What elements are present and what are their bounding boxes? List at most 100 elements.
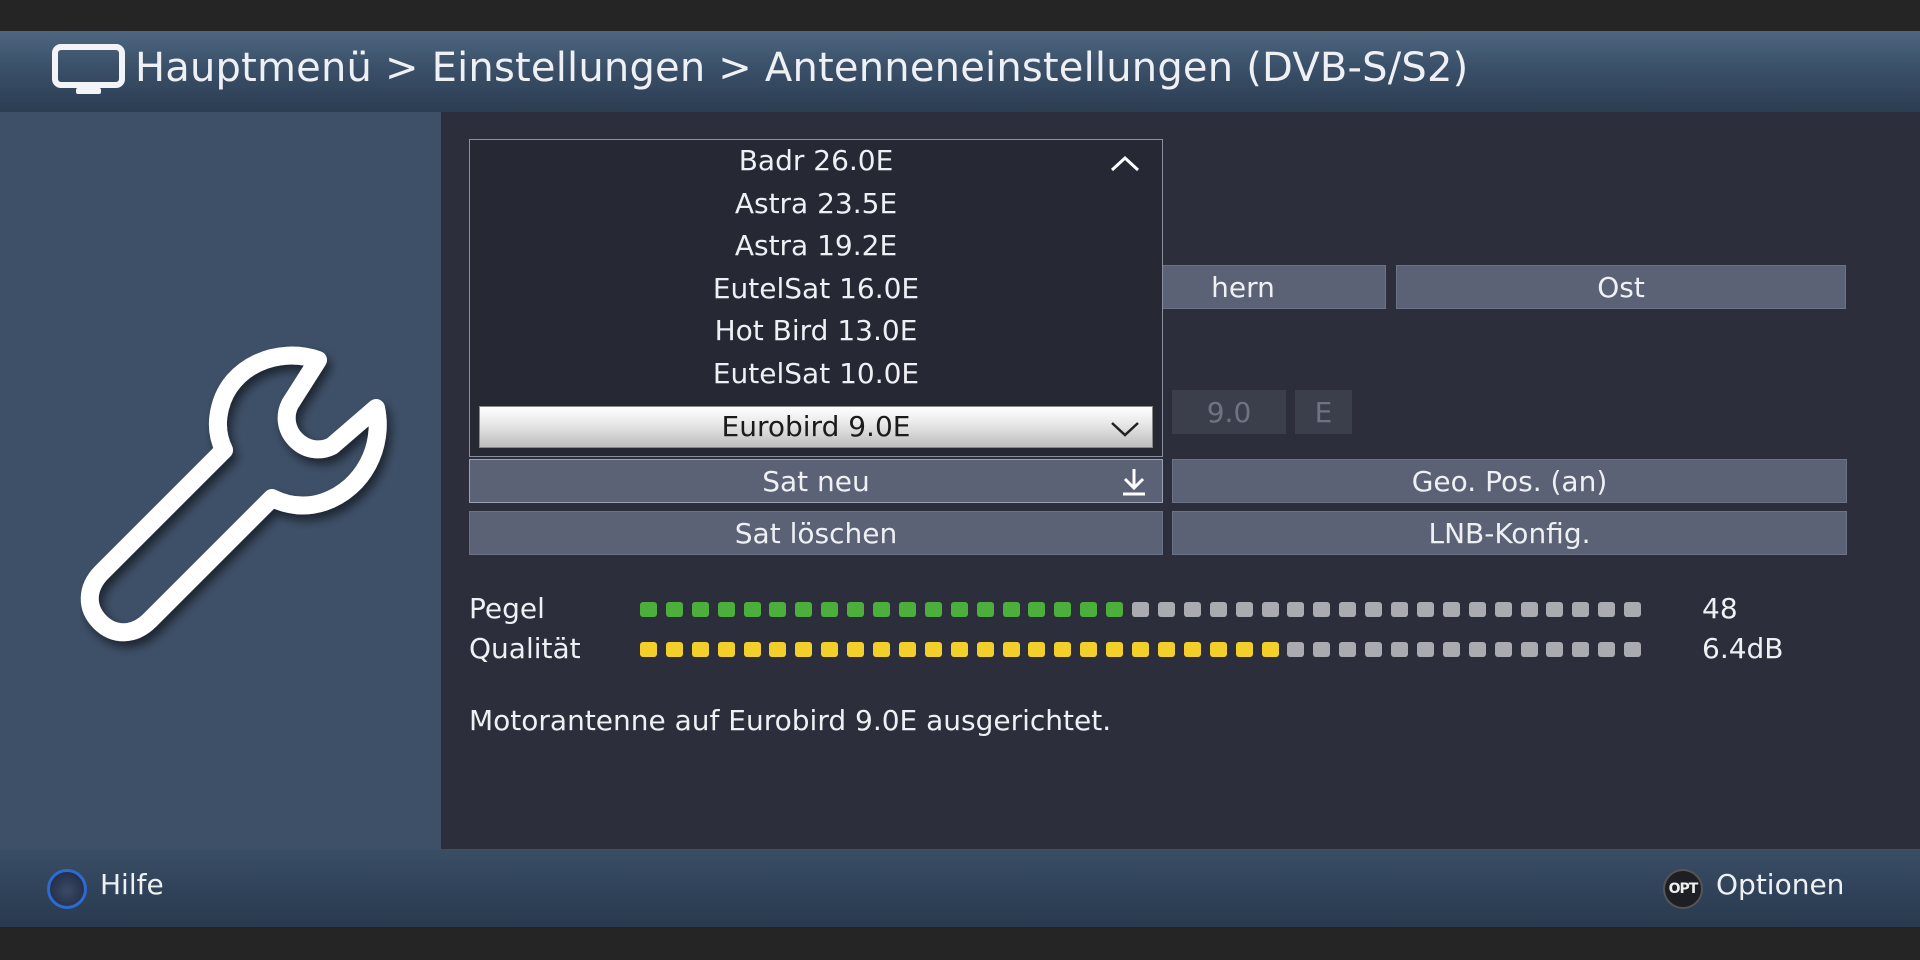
tv-icon [52, 44, 125, 94]
pegel-segment [1028, 602, 1046, 617]
qualitaet-segment [1287, 642, 1305, 657]
pegel-segment [1572, 602, 1590, 617]
sidebar-panel [0, 112, 441, 849]
sat-neu-button[interactable]: Sat neu [469, 459, 1163, 503]
qualitaet-segment [1261, 642, 1279, 657]
pegel-segment [1416, 602, 1434, 617]
qualitaet-segment [1209, 642, 1227, 657]
pegel-segment [924, 602, 942, 617]
chevron-up-icon[interactable] [1108, 154, 1142, 174]
qualitaet-segment [873, 642, 891, 657]
qualitaet-segment [1365, 642, 1383, 657]
breadcrumb: Hauptmenü > Einstellungen > Antenneneins… [135, 45, 1469, 91]
qualitaet-segment [1132, 642, 1150, 657]
pegel-segment [1287, 602, 1305, 617]
qualitaet-segment [1572, 642, 1590, 657]
header-bar: Hauptmenü > Einstellungen > Antenneneins… [0, 31, 1920, 112]
top-black-bar [0, 0, 1920, 31]
pegel-segment [665, 602, 683, 617]
direction-value-field[interactable]: E [1295, 390, 1352, 434]
qualitaet-segment [898, 642, 916, 657]
satellite-option[interactable]: Astra 19.2E [470, 225, 1162, 267]
qualitaet-segment [1235, 642, 1253, 657]
satellite-option[interactable]: Hot Bird 13.0E [470, 310, 1162, 352]
pegel-segment [1339, 602, 1357, 617]
pegel-segment [691, 602, 709, 617]
qualitaet-segment [795, 642, 813, 657]
status-message: Motorantenne auf Eurobird 9.0E ausgerich… [469, 704, 1112, 737]
pegel-segment [1598, 602, 1616, 617]
options-label[interactable]: Optionen [1716, 868, 1844, 901]
pegel-segment [1365, 602, 1383, 617]
qualitaet-segment [665, 642, 683, 657]
opt-button-icon[interactable]: OPT [1663, 869, 1703, 909]
pegel-segment [1546, 602, 1564, 617]
direction-east-button[interactable]: Ost [1396, 265, 1846, 309]
pegel-segment [1624, 602, 1642, 617]
pegel-segment [950, 602, 968, 617]
lnb-konfig-button[interactable]: LNB-Konfig. [1172, 511, 1847, 555]
selected-satellite-label: Eurobird 9.0E [721, 410, 911, 443]
pegel-segment [1235, 602, 1253, 617]
qualitaet-segment [1468, 642, 1486, 657]
qualitaet-segment [1157, 642, 1175, 657]
footer-bar: Hilfe OPT Optionen [0, 849, 1920, 927]
pegel-segment [1002, 602, 1020, 617]
qualitaet-segment [1028, 642, 1046, 657]
qualitaet-label: Qualität [469, 632, 581, 665]
pegel-segment [1157, 602, 1175, 617]
geo-pos-button[interactable]: Geo. Pos. (an) [1172, 459, 1847, 503]
pegel-segment [898, 602, 916, 617]
qualitaet-segment [743, 642, 761, 657]
qualitaet-value: 6.4dB [1702, 632, 1784, 665]
qualitaet-segment [1416, 642, 1434, 657]
satellite-dropdown[interactable]: Badr 26.0E Astra 23.5E Astra 19.2E Eutel… [469, 139, 1163, 457]
pegel-segment [873, 602, 891, 617]
lnb-konfig-label: LNB-Konfig. [1428, 516, 1591, 550]
satellite-option-selected[interactable]: Eurobird 9.0E [479, 406, 1153, 448]
sat-loeschen-label: Sat löschen [734, 516, 898, 550]
position-value-field[interactable]: 9.0 [1172, 390, 1286, 434]
qualitaet-segment [1598, 642, 1616, 657]
pegel-segment [1261, 602, 1279, 617]
download-icon [1123, 469, 1145, 496]
qualitaet-segment [1054, 642, 1072, 657]
pegel-segment [1132, 602, 1150, 617]
opt-icon-label: OPT [1668, 881, 1699, 897]
qualitaet-segment [1520, 642, 1538, 657]
qualitaet-segment [1494, 642, 1512, 657]
pegel-segment [1183, 602, 1201, 617]
pegel-label: Pegel [469, 592, 545, 625]
pegel-segment [976, 602, 994, 617]
qualitaet-segment [1546, 642, 1564, 657]
satellite-option[interactable]: EutelSat 16.0E [470, 268, 1162, 310]
help-label[interactable]: Hilfe [100, 868, 164, 901]
qualitaet-segment [1442, 642, 1460, 657]
pegel-segment [1468, 602, 1486, 617]
qualitaet-segment [1183, 642, 1201, 657]
satellite-option[interactable]: EutelSat 10.0E [470, 353, 1162, 395]
pegel-segment [1494, 602, 1512, 617]
qualitaet-segment [976, 642, 994, 657]
geo-pos-label: Geo. Pos. (an) [1411, 464, 1608, 498]
pegel-segment [1391, 602, 1409, 617]
direction-value: E [1314, 395, 1333, 429]
pegel-segment [1106, 602, 1124, 617]
satellite-option[interactable]: Astra 23.5E [470, 183, 1162, 225]
qualitaet-segment [1106, 642, 1124, 657]
qualitaet-segment [1080, 642, 1098, 657]
qualitaet-segment [691, 642, 709, 657]
qualitaet-segment [1339, 642, 1357, 657]
chevron-down-icon[interactable] [1108, 419, 1142, 439]
pegel-segment [640, 602, 657, 617]
pegel-segment [847, 602, 865, 617]
pegel-segment [1520, 602, 1538, 617]
sat-loeschen-button[interactable]: Sat löschen [469, 511, 1163, 555]
blue-help-button-icon[interactable] [47, 869, 87, 909]
qualitaet-segment [950, 642, 968, 657]
sat-neu-label: Sat neu [762, 464, 870, 498]
direction-west-label: hern [1211, 270, 1275, 304]
wrench-icon [80, 346, 387, 642]
satellite-option[interactable]: Badr 26.0E [470, 140, 1162, 182]
pegel-value: 48 [1702, 592, 1738, 625]
